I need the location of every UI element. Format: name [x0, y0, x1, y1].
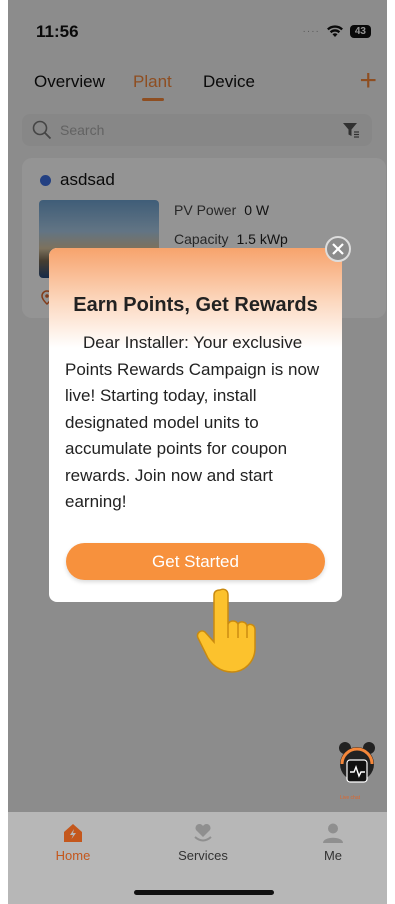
close-icon: [332, 243, 344, 255]
nav-me[interactable]: Me: [293, 822, 373, 863]
home-icon: [64, 824, 82, 842]
modal-body-text: Dear Installer: Your exclusive Points Re…: [65, 333, 320, 511]
nav-me-label: Me: [323, 848, 343, 863]
home-indicator: [134, 890, 274, 895]
live-chat-helper[interactable]: Live chat: [338, 740, 376, 802]
rewards-modal: Earn Points, Get Rewards Dear Installer:…: [49, 248, 342, 602]
services-icon: [194, 823, 212, 842]
modal-title: Earn Points, Get Rewards: [73, 294, 318, 316]
pointing-hand-icon: [196, 588, 256, 673]
nav-home-label: Home: [55, 848, 91, 863]
close-modal-button[interactable]: [325, 236, 351, 262]
get-started-button[interactable]: Get Started: [66, 543, 325, 580]
nav-services-label: Services: [178, 848, 228, 863]
live-chat-label: Live chat: [340, 795, 361, 801]
nav-services[interactable]: Services: [163, 822, 243, 863]
nav-home[interactable]: Home: [33, 822, 113, 863]
live-chat-mascot-icon: [339, 742, 375, 783]
profile-icon: [323, 823, 343, 843]
